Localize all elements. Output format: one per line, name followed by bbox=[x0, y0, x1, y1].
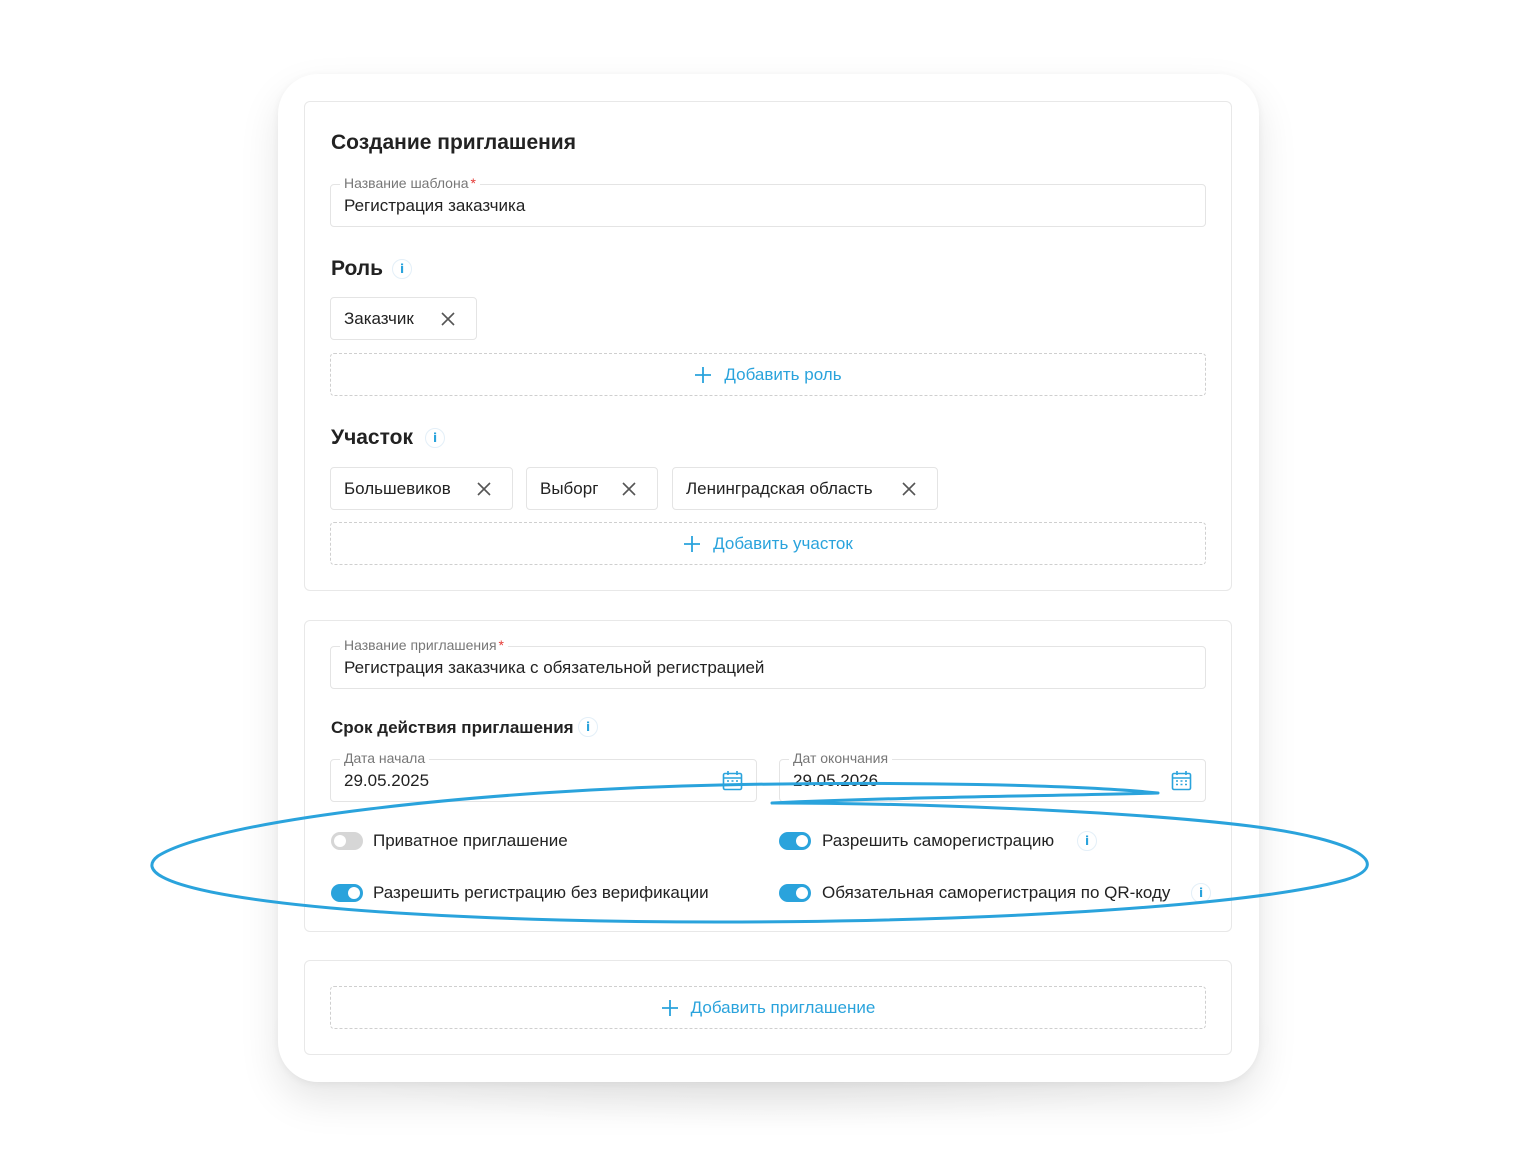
site-chip: Выборг bbox=[526, 467, 658, 510]
close-icon[interactable] bbox=[621, 481, 637, 497]
no-verification-label: Разрешить регистрацию без верификации bbox=[373, 883, 709, 902]
end-date-value: 29.05.2026 bbox=[793, 771, 879, 790]
close-icon[interactable] bbox=[476, 481, 492, 497]
close-icon[interactable] bbox=[440, 311, 456, 327]
validity-info-icon[interactable]: i bbox=[578, 717, 598, 737]
add-role-label: Добавить роль bbox=[724, 364, 842, 384]
invitation-name-value: Регистрация заказчика с обязательной рег… bbox=[344, 658, 765, 677]
template-name-field[interactable]: Название шаблона * Регистрация заказчика bbox=[330, 175, 1206, 227]
qr-self-registration-label: Обязательная саморегистрация по QR-коду bbox=[822, 883, 1171, 902]
site-chip-label: Выборг bbox=[540, 479, 599, 498]
site-chip: Большевиков bbox=[330, 467, 513, 510]
plus-icon bbox=[684, 535, 701, 552]
plus-icon bbox=[695, 366, 712, 383]
template-name-label: Название шаблона * bbox=[340, 175, 480, 191]
role-info-icon[interactable]: i bbox=[392, 259, 412, 279]
qr-self-registration-toggle[interactable] bbox=[779, 884, 811, 902]
site-chip: Ленинградская область bbox=[672, 467, 938, 510]
invitation-name-field[interactable]: Название приглашения * Регистрация заказч… bbox=[330, 637, 1206, 689]
add-invitation-label: Добавить приглашение bbox=[690, 997, 876, 1017]
calendar-icon[interactable] bbox=[1171, 770, 1192, 791]
add-site-button[interactable]: Добавить участок bbox=[330, 522, 1206, 565]
add-role-button[interactable]: Добавить роль bbox=[330, 353, 1206, 396]
private-invitation-toggle[interactable] bbox=[331, 832, 363, 850]
start-date-field[interactable]: Дата начала 29.05.2025 bbox=[330, 750, 757, 802]
allow-self-registration-label: Разрешить саморегистрацию bbox=[822, 831, 1055, 850]
add-invitation-button[interactable]: Добавить приглашение bbox=[330, 986, 1206, 1029]
toggle-knob bbox=[334, 835, 346, 847]
page-title: Создание приглашения bbox=[331, 131, 576, 154]
site-chip-label: Большевиков bbox=[344, 479, 451, 498]
role-heading: Роль bbox=[331, 257, 384, 280]
toggle-knob bbox=[796, 835, 808, 847]
plus-icon bbox=[661, 999, 678, 1016]
start-date-label: Дата начала bbox=[340, 750, 430, 766]
role-chip-label: Заказчик bbox=[344, 309, 414, 328]
toggle-knob bbox=[348, 887, 360, 899]
end-date-field[interactable]: Дат окончания 29.05.2026 bbox=[779, 750, 1206, 802]
private-invitation-label: Приватное приглашение bbox=[373, 831, 568, 850]
site-info-icon[interactable]: i bbox=[425, 428, 445, 448]
qr-info-icon[interactable]: i bbox=[1191, 883, 1211, 903]
add-site-label: Добавить участок bbox=[713, 533, 853, 553]
start-date-value: 29.05.2025 bbox=[344, 771, 430, 790]
role-chip: Заказчик bbox=[330, 297, 477, 340]
validity-heading: Срок действия приглашения bbox=[331, 718, 574, 737]
calendar-icon[interactable] bbox=[722, 770, 743, 791]
invitation-name-label: Название приглашения * bbox=[340, 637, 508, 653]
close-icon[interactable] bbox=[901, 481, 917, 497]
no-verification-toggle[interactable] bbox=[331, 884, 363, 902]
self-registration-info-icon[interactable]: i bbox=[1077, 831, 1097, 851]
template-name-value: Регистрация заказчика bbox=[344, 196, 526, 215]
site-heading: Участок bbox=[331, 426, 413, 449]
end-date-label: Дат окончания bbox=[789, 750, 893, 766]
site-chip-label: Ленинградская область bbox=[686, 479, 873, 498]
toggle-knob bbox=[796, 887, 808, 899]
allow-self-registration-toggle[interactable] bbox=[779, 832, 811, 850]
